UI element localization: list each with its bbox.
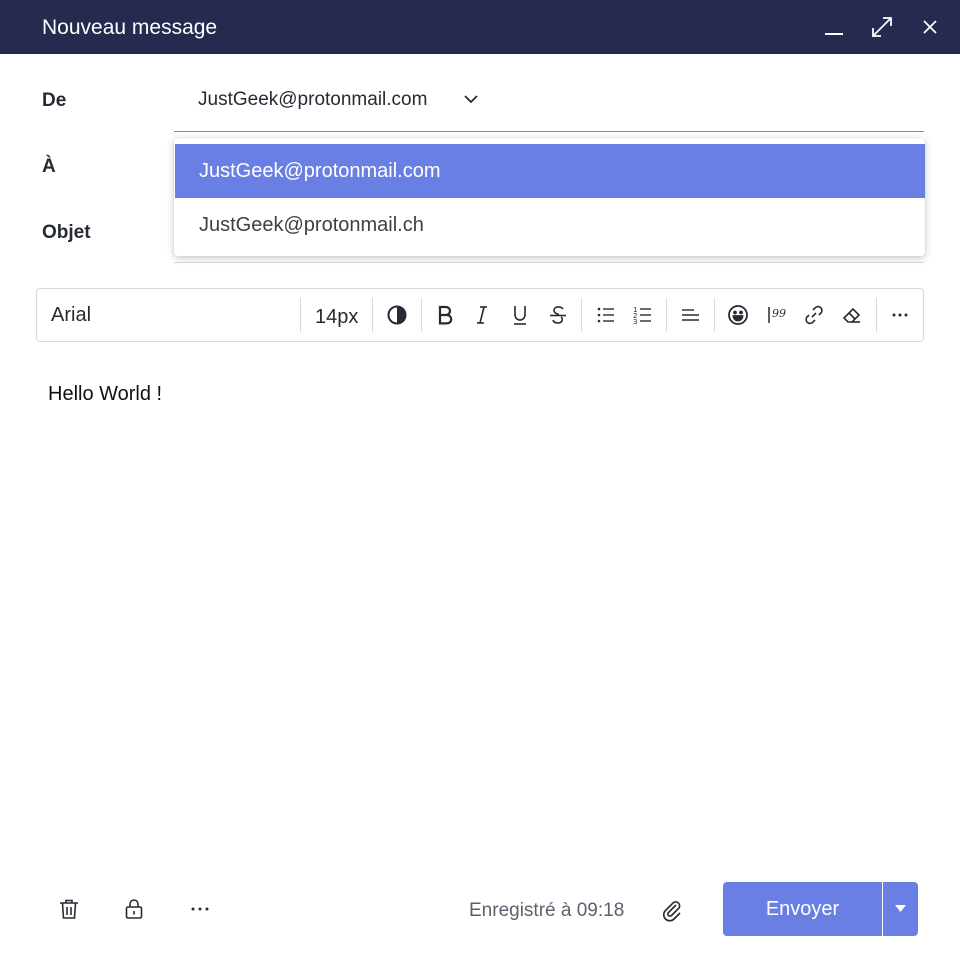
more-icon[interactable] xyxy=(187,896,213,922)
font-family-select[interactable]: Arial xyxy=(51,303,91,327)
toolbar-divider xyxy=(581,298,582,332)
close-button[interactable] xyxy=(913,10,947,44)
chevron-down-icon xyxy=(462,92,480,111)
toolbar-divider xyxy=(666,298,667,332)
link-icon[interactable] xyxy=(801,302,827,328)
editor-toolbar: Arial 14px 123 99 xyxy=(36,288,924,342)
italic-icon[interactable] xyxy=(469,302,495,328)
more-icon[interactable] xyxy=(887,302,913,328)
bold-icon[interactable] xyxy=(432,302,458,328)
send-options-button[interactable] xyxy=(883,882,918,936)
message-body[interactable]: Hello World ! xyxy=(48,382,162,406)
bullet-list-icon[interactable] xyxy=(593,302,619,328)
svg-text:99: 99 xyxy=(772,307,786,320)
saved-status: Enregistré à 09:18 xyxy=(469,900,625,921)
numbered-list-icon[interactable]: 123 xyxy=(630,302,656,328)
toolbar-divider xyxy=(300,298,301,332)
maximize-button[interactable] xyxy=(865,10,899,44)
send-button[interactable]: Envoyer xyxy=(723,882,882,936)
lock-icon[interactable] xyxy=(121,896,147,922)
toolbar-divider xyxy=(372,298,373,332)
toolbar-divider xyxy=(876,298,877,332)
underline-icon[interactable] xyxy=(507,302,533,328)
close-icon xyxy=(913,10,947,44)
window-title: Nouveau message xyxy=(42,16,218,39)
eraser-icon[interactable] xyxy=(839,302,865,328)
from-dropdown: JustGeek@protonmail.com JustGeek@protonm… xyxy=(174,138,925,256)
emoji-icon[interactable] xyxy=(725,302,751,328)
to-label: À xyxy=(42,156,56,177)
strikethrough-icon[interactable] xyxy=(545,302,571,328)
attachment-icon[interactable] xyxy=(659,897,685,923)
minimize-button[interactable] xyxy=(817,10,851,44)
subject-label: Objet xyxy=(42,222,91,243)
title-bar: Nouveau message xyxy=(0,0,960,54)
maximize-icon xyxy=(865,10,899,44)
minimize-icon xyxy=(817,10,851,44)
dropdown-option-selected[interactable]: JustGeek@protonmail.com xyxy=(175,144,925,198)
from-select[interactable]: JustGeek@protonmail.com xyxy=(174,78,924,132)
from-value: JustGeek@protonmail.com xyxy=(198,89,428,110)
align-left-icon[interactable] xyxy=(678,302,704,328)
font-size-select[interactable]: 14px xyxy=(315,305,358,329)
subject-input[interactable] xyxy=(174,262,924,263)
contrast-icon[interactable] xyxy=(384,302,410,328)
toolbar-divider xyxy=(714,298,715,332)
dropdown-option[interactable]: JustGeek@protonmail.ch xyxy=(175,198,925,252)
toolbar-divider xyxy=(421,298,422,332)
quote-icon[interactable]: 99 xyxy=(763,302,789,328)
from-label: De xyxy=(42,90,67,111)
trash-icon[interactable] xyxy=(56,896,82,922)
svg-text:3: 3 xyxy=(633,318,637,326)
